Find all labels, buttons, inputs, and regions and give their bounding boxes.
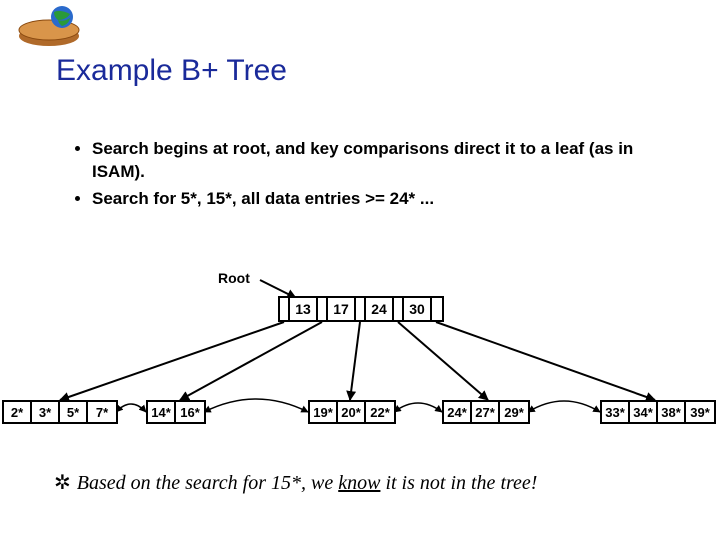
footnote-symbol: ✲ <box>54 472 71 494</box>
leaf-node: 33* 34* 38* 39* <box>600 400 716 424</box>
root-ptr <box>280 298 290 320</box>
footnote-underline: know <box>338 472 380 494</box>
root-key: 17 <box>328 298 356 320</box>
leaf-value: 14* <box>148 402 176 422</box>
database-globe-logo <box>14 6 84 50</box>
leaf-value: 39* <box>686 402 714 422</box>
bullet-item: Search for 5*, 15*, all data entries >= … <box>92 188 660 211</box>
footnote-text: Based on the search for 15*, we <box>77 472 338 494</box>
root-ptr <box>318 298 328 320</box>
leaf-value: 3* <box>32 402 60 422</box>
leaf-value: 20* <box>338 402 366 422</box>
slide-title: Example B+ Tree <box>56 54 287 88</box>
root-key: 24 <box>366 298 394 320</box>
bullet-list: Search begins at root, and key compariso… <box>70 138 660 215</box>
footnote: ✲ Based on the search for 15*, we know it… <box>54 470 674 495</box>
leaf-value: 24* <box>444 402 472 422</box>
footnote-text: it is not in the tree! <box>380 472 537 494</box>
root-node: 13 17 24 30 <box>278 296 444 322</box>
root-ptr <box>356 298 366 320</box>
btree-diagram: Root 13 17 24 30 <box>0 270 720 460</box>
leaf-value: 5* <box>60 402 88 422</box>
leaf-value: 19* <box>310 402 338 422</box>
leaf-value: 34* <box>630 402 658 422</box>
leaf-value: 2* <box>4 402 32 422</box>
leaf-node: 14* 16* <box>146 400 206 424</box>
leaf-value: 7* <box>88 402 116 422</box>
root-label: Root <box>218 270 250 286</box>
leaf-value: 16* <box>176 402 204 422</box>
bullet-item: Search begins at root, and key compariso… <box>92 138 660 184</box>
root-key: 30 <box>404 298 432 320</box>
leaf-value: 22* <box>366 402 394 422</box>
root-ptr <box>394 298 404 320</box>
leaf-node: 24* 27* 29* <box>442 400 530 424</box>
root-key: 13 <box>290 298 318 320</box>
leaf-value: 29* <box>500 402 528 422</box>
leaf-node: 2* 3* 5* 7* <box>2 400 118 424</box>
leaf-node: 19* 20* 22* <box>308 400 396 424</box>
leaf-value: 38* <box>658 402 686 422</box>
leaf-value: 27* <box>472 402 500 422</box>
leaf-value: 33* <box>602 402 630 422</box>
root-ptr <box>432 298 442 320</box>
